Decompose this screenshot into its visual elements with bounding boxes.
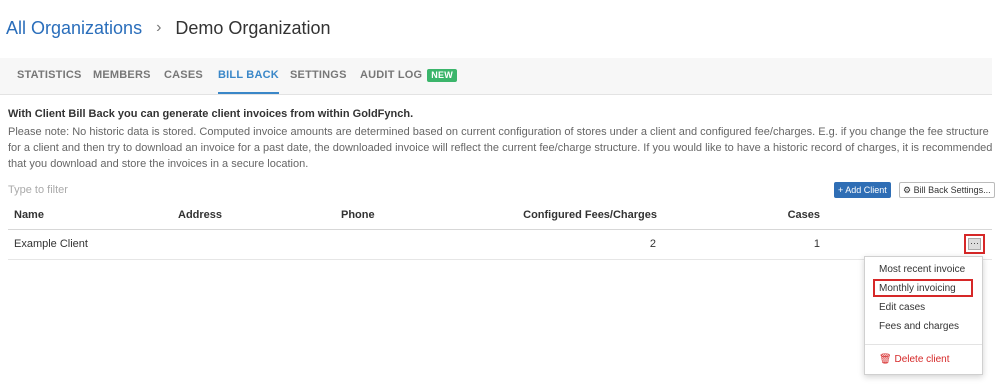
table-row-divider	[8, 259, 992, 260]
menu-item-monthly-invoicing[interactable]: Monthly invoicing	[879, 283, 956, 294]
row-actions-menu: Most recent invoice Monthly invoicing Ed…	[864, 256, 983, 375]
breadcrumb-all-organizations[interactable]: All Organizations	[6, 16, 142, 40]
menu-item-most-recent-invoice[interactable]: Most recent invoice	[879, 264, 965, 275]
column-header-address[interactable]: Address	[178, 209, 222, 221]
cell-cases: 1	[813, 238, 820, 250]
bill-back-settings-button[interactable]: ⚙ Bill Back Settings...	[899, 182, 995, 198]
bill-back-intro: With Client Bill Back you can generate c…	[8, 108, 414, 120]
tab-settings[interactable]: SETTINGS	[290, 58, 347, 94]
filter-input[interactable]	[8, 181, 308, 199]
cell-client-name[interactable]: Example Client	[14, 238, 88, 250]
tab-audit-log[interactable]: AUDIT LOG NEW	[360, 58, 457, 94]
tab-statistics[interactable]: STATISTICS	[17, 58, 82, 94]
column-header-name[interactable]: Name	[14, 209, 44, 221]
page-title: Demo Organization	[175, 18, 331, 38]
tab-audit-log-label: AUDIT LOG	[360, 69, 423, 81]
table-header-divider	[8, 229, 992, 230]
menu-item-edit-cases[interactable]: Edit cases	[879, 302, 925, 313]
tab-bar: STATISTICS MEMBERS CASES BILL BACK SETTI…	[0, 58, 992, 95]
bill-back-note: Please note: No historic data is stored.…	[8, 126, 993, 170]
column-header-cases[interactable]: Cases	[720, 209, 820, 221]
tab-members[interactable]: MEMBERS	[93, 58, 151, 94]
tab-cases[interactable]: CASES	[164, 58, 203, 94]
ellipsis-icon: ···	[968, 238, 981, 250]
row-actions-button[interactable]: ···	[964, 234, 985, 254]
breadcrumb: All Organizations › Demo Organization	[6, 16, 330, 40]
cell-configured-fees: 2	[649, 238, 656, 250]
chevron-right-icon: ›	[156, 19, 162, 36]
menu-item-fees-and-charges[interactable]: Fees and charges	[879, 321, 959, 332]
menu-item-delete-client[interactable]: 🗑 Delete client	[879, 354, 950, 365]
column-header-configured-fees[interactable]: Configured Fees/Charges	[490, 209, 657, 221]
add-client-button[interactable]: + Add Client	[834, 182, 891, 198]
new-badge: NEW	[427, 68, 457, 82]
column-header-phone[interactable]: Phone	[341, 209, 375, 221]
menu-divider	[865, 344, 982, 345]
tab-bill-back[interactable]: BILL BACK	[218, 58, 279, 94]
